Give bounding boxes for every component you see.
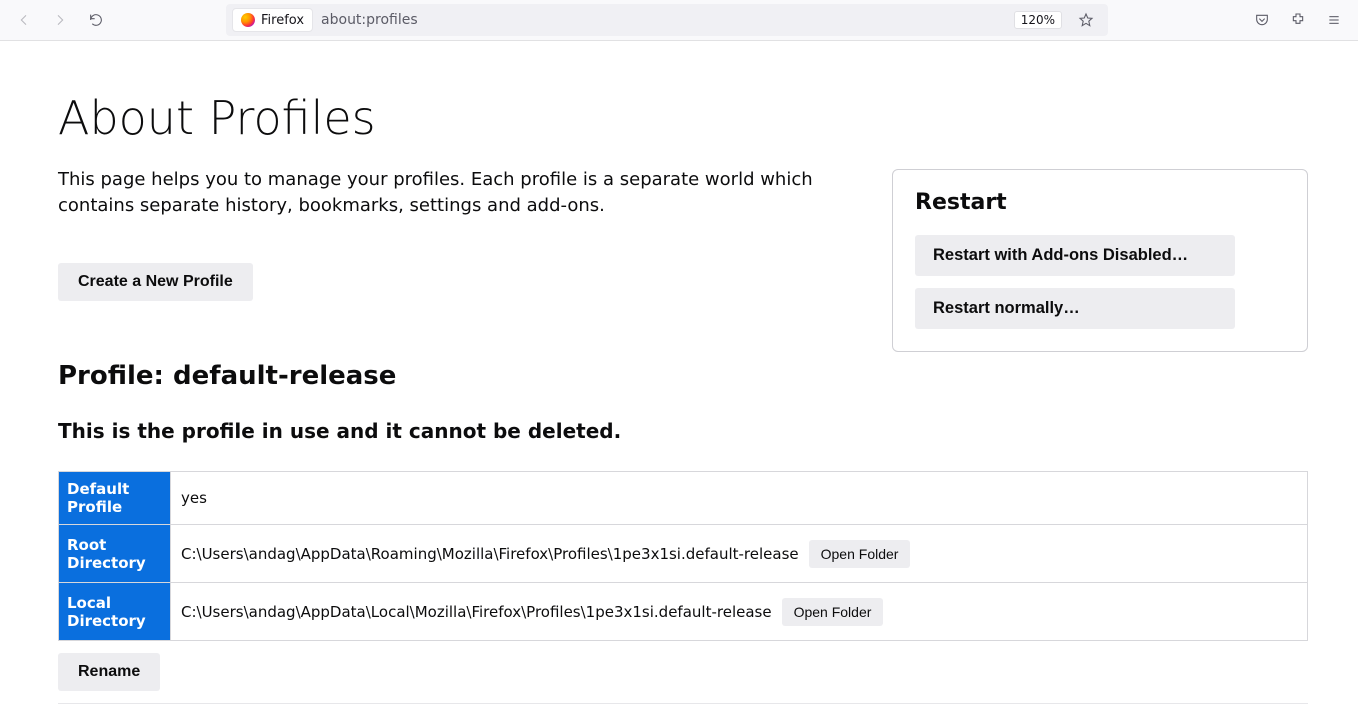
- profile-heading: Profile: default-release: [58, 361, 1308, 391]
- address-bar[interactable]: Firefox about:profiles 120%: [226, 4, 1108, 36]
- toolbar-right-icons: [1246, 4, 1350, 36]
- pocket-icon[interactable]: [1246, 4, 1278, 36]
- restart-normally-button[interactable]: Restart normally…: [915, 288, 1235, 329]
- restart-panel: Restart Restart with Add-ons Disabled… R…: [892, 169, 1308, 352]
- create-profile-button[interactable]: Create a New Profile: [58, 263, 253, 301]
- back-button[interactable]: [8, 4, 40, 36]
- root-directory-label: Root Directory: [59, 525, 171, 583]
- local-directory-value: C:\Users\andag\AppData\Local\Mozilla\Fir…: [181, 603, 772, 621]
- table-row: Root Directory C:\Users\andag\AppData\Ro…: [59, 525, 1308, 583]
- default-profile-label: Default Profile: [59, 472, 171, 525]
- extensions-icon[interactable]: [1282, 4, 1314, 36]
- app-menu-icon[interactable]: [1318, 4, 1350, 36]
- bookmark-star-icon[interactable]: [1070, 4, 1102, 36]
- open-root-folder-button[interactable]: Open Folder: [809, 540, 911, 568]
- site-identity-box[interactable]: Firefox: [232, 8, 313, 32]
- profile-details-table: Default Profile yes Root Directory C:\Us…: [58, 471, 1308, 641]
- table-row: Local Directory C:\Users\andag\AppData\L…: [59, 583, 1308, 641]
- rename-profile-button[interactable]: Rename: [58, 653, 160, 691]
- open-local-folder-button[interactable]: Open Folder: [782, 598, 884, 626]
- profile-actions: Rename: [58, 653, 1308, 691]
- forward-button[interactable]: [44, 4, 76, 36]
- reload-button[interactable]: [80, 4, 112, 36]
- root-directory-value: C:\Users\andag\AppData\Roaming\Mozilla\F…: [181, 545, 799, 563]
- browser-toolbar: Firefox about:profiles 120%: [0, 0, 1358, 41]
- site-identity-label: Firefox: [261, 13, 304, 28]
- profile-in-use-message: This is the profile in use and it cannot…: [58, 419, 1308, 443]
- page-title: About Profiles: [58, 91, 1308, 145]
- page-content: About Profiles This page helps you to ma…: [0, 41, 1358, 704]
- table-row: Default Profile yes: [59, 472, 1308, 525]
- restart-heading: Restart: [915, 190, 1285, 215]
- url-text: about:profiles: [321, 12, 1006, 28]
- restart-addons-disabled-button[interactable]: Restart with Add-ons Disabled…: [915, 235, 1235, 276]
- zoom-level-badge[interactable]: 120%: [1014, 11, 1062, 29]
- firefox-icon: [241, 13, 255, 27]
- default-profile-value: yes: [171, 472, 1308, 525]
- page-intro-text: This page helps you to manage your profi…: [58, 167, 868, 219]
- local-directory-label: Local Directory: [59, 583, 171, 641]
